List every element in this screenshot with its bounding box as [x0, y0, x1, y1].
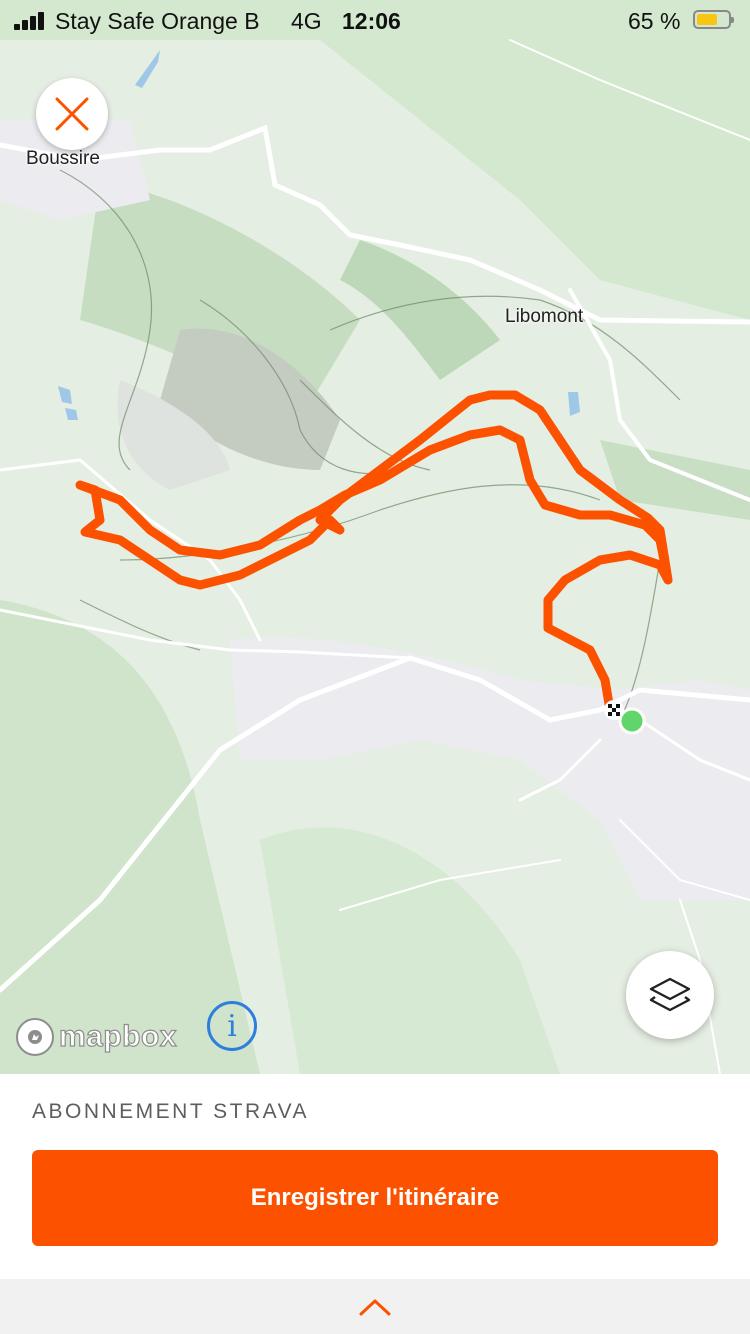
save-route-button[interactable]: Enregistrer l'itinéraire — [32, 1150, 718, 1246]
map-canvas[interactable] — [0, 0, 750, 1074]
chevron-up-icon — [359, 1299, 391, 1315]
status-bar: Stay Safe Orange B 4G 12:06 65 % — [0, 0, 750, 44]
network-type: 4G — [291, 8, 322, 34]
status-time: 12:06 — [342, 8, 401, 34]
mapbox-wordmark: mapbox — [58, 1019, 178, 1053]
map-layers-button[interactable] — [626, 951, 714, 1039]
subscription-label: ABONNEMENT STRAVA — [32, 1100, 310, 1123]
carrier-name: Stay Safe Orange B — [55, 8, 260, 34]
battery-percent: 65 % — [628, 8, 681, 34]
battery-icon — [693, 10, 734, 29]
cellular-signal-icon — [14, 12, 46, 30]
battery-level-fill — [697, 14, 717, 25]
place-label-boussire: Boussire — [26, 148, 100, 169]
bottom-panel: ABONNEMENT STRAVA Enregistrer l'itinérai… — [0, 1074, 750, 1279]
mapbox-logo[interactable]: mapbox — [16, 1016, 177, 1058]
mapbox-mark-icon — [16, 1018, 54, 1056]
map-view[interactable]: Boussire Libomont mapbox i — [0, 0, 750, 1074]
close-icon — [55, 97, 89, 131]
layers-icon — [649, 977, 691, 1012]
drawer-handle[interactable] — [0, 1279, 750, 1334]
close-button[interactable] — [36, 78, 108, 150]
place-label-libomont: Libomont — [505, 306, 584, 327]
attribution-info-button[interactable]: i — [207, 1001, 257, 1051]
